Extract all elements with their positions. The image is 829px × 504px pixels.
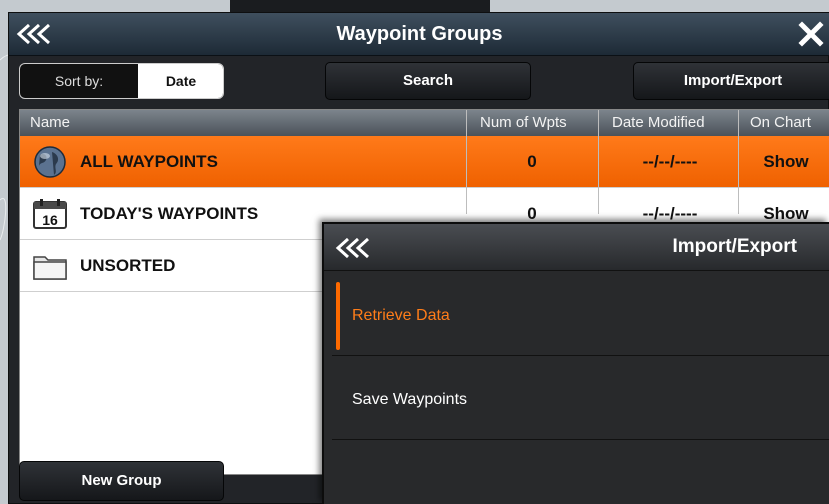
import-export-button[interactable]: Import/Export: [633, 62, 829, 100]
column-divider: [598, 110, 599, 214]
close-icon[interactable]: [798, 21, 824, 47]
save-waypoints-label: Save Waypoints: [352, 391, 468, 408]
title-bar: Waypoint Groups: [9, 13, 829, 56]
column-header-name: Name: [30, 114, 71, 131]
row-name: TODAY'S WAYPOINTS: [80, 204, 259, 223]
folder-icon: [33, 256, 67, 280]
sort-by-label: Sort by:: [54, 73, 104, 89]
globe-icon: [34, 146, 66, 178]
search-button[interactable]: Search: [325, 62, 531, 100]
import-export-panel: Import/Export Retrieve Data Save Waypoin…: [322, 222, 829, 504]
new-group-button[interactable]: New Group: [19, 461, 224, 501]
column-divider: [738, 110, 739, 214]
back-chevrons-icon[interactable]: [334, 237, 374, 259]
window-title: Waypoint Groups: [336, 23, 503, 45]
retrieve-data-option[interactable]: Retrieve Data: [332, 276, 829, 356]
row-name: UNSORTED: [80, 256, 176, 275]
panel-title-bar: Import/Export: [324, 224, 829, 271]
row-on-chart-toggle[interactable]: Show: [740, 136, 829, 188]
column-header-on-chart: On Chart: [750, 114, 811, 131]
sort-by-selector[interactable]: Sort by: Date: [19, 63, 224, 99]
retrieve-data-label: Retrieve Data: [352, 307, 450, 324]
panel-title: Import/Export: [672, 236, 797, 257]
calendar-icon: 16: [33, 199, 67, 229]
column-header-num-wpts: Num of Wpts: [480, 114, 567, 131]
row-num-wpts: 0: [527, 152, 537, 171]
column-header-date-modified: Date Modified: [612, 114, 705, 131]
table-header: Name Num of Wpts Date Modified On Chart: [20, 110, 829, 136]
sort-by-value[interactable]: Date: [138, 64, 223, 98]
table-row[interactable]: ALL WAYPOINTS 0 --/--/---- Show: [20, 136, 829, 188]
calendar-day-number: 16: [42, 212, 58, 228]
row-date-modified: --/--/----: [642, 152, 698, 171]
row-name: ALL WAYPOINTS: [80, 152, 218, 171]
save-waypoints-option[interactable]: Save Waypoints: [332, 360, 829, 440]
column-divider: [466, 110, 467, 214]
